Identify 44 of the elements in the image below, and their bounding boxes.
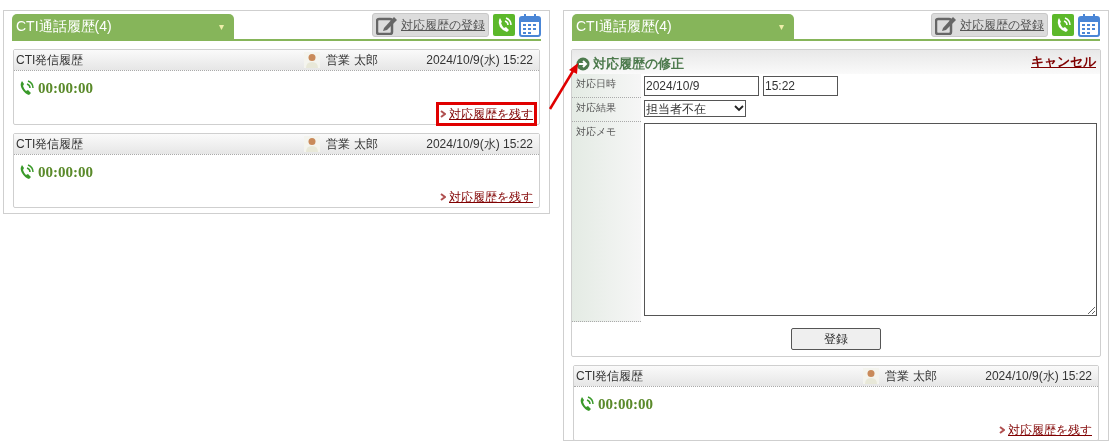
record-datetime: 2024/10/9(水) 15:22 <box>985 368 1092 385</box>
user-name: 営業 太郎 <box>326 135 379 153</box>
call-duration: 00:00:00 <box>38 162 93 182</box>
phone-icon <box>18 162 34 181</box>
avatar-icon <box>863 368 880 384</box>
result-select[interactable]: 担当者不在 <box>644 100 746 117</box>
leave-history-link[interactable]: 対応履歴を残す <box>1008 420 1092 439</box>
cancel-link[interactable]: キャンセル <box>1031 52 1096 72</box>
field-label: 対応結果 <box>572 98 641 122</box>
user-name: 営業 太郎 <box>326 52 379 69</box>
avatar-icon <box>304 135 321 152</box>
calendar-icon[interactable] <box>519 13 541 37</box>
go-icon <box>576 57 590 71</box>
record-title: CTI発信履歴 <box>16 52 85 69</box>
record-title: CTI発信履歴 <box>576 368 645 385</box>
phone-button[interactable] <box>493 14 515 36</box>
calendar-icon[interactable] <box>1078 13 1100 37</box>
chevron-icon <box>440 109 446 118</box>
avatar-icon <box>304 52 321 68</box>
memo-field[interactable] <box>644 123 1097 316</box>
time-field[interactable]: 15:22 <box>763 76 838 96</box>
register-button[interactable]: 対応履歴の登録 <box>931 13 1048 37</box>
form-title: 対応履歴の修正 <box>593 55 684 74</box>
record-title: CTI発信履歴 <box>16 135 85 153</box>
phone-icon <box>578 395 594 414</box>
caret-icon <box>734 105 744 112</box>
user-name: 営業 太郎 <box>885 368 938 385</box>
edit-icon <box>935 15 957 35</box>
call-duration: 00:00:00 <box>598 395 653 414</box>
phone-icon <box>18 79 34 98</box>
register-button[interactable]: 対応履歴の登録 <box>372 13 489 37</box>
submit-button[interactable]: 登録 <box>791 328 881 350</box>
chevron-icon <box>999 425 1005 434</box>
date-field[interactable]: 2024/10/9 <box>644 76 759 96</box>
field-label: 対応日時 <box>572 74 641 98</box>
chevron-icon <box>440 193 446 201</box>
phone-button[interactable] <box>1052 14 1074 36</box>
record-datetime: 2024/10/9(水) 15:22 <box>426 135 533 153</box>
call-duration: 00:00:00 <box>38 79 93 98</box>
edit-icon <box>376 15 398 35</box>
leave-history-link[interactable]: 対応履歴を残す <box>449 104 533 123</box>
record-datetime: 2024/10/9(水) 15:22 <box>426 52 533 69</box>
leave-history-link[interactable]: 対応履歴を残す <box>449 188 533 206</box>
field-label: 対応メモ <box>572 122 641 322</box>
